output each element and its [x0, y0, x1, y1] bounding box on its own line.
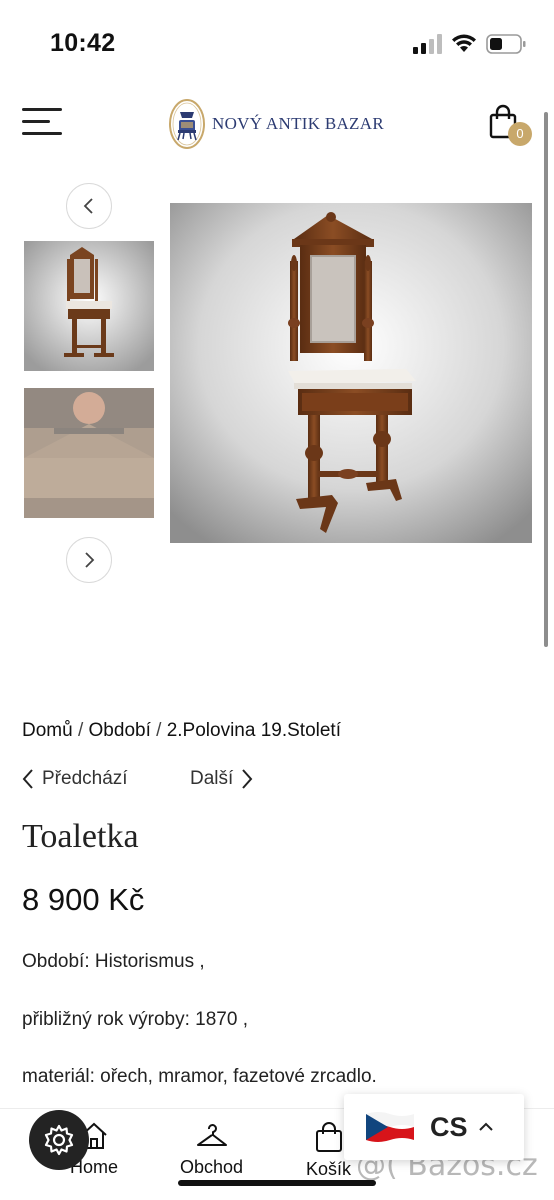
previous-product-link[interactable]: Předchází	[22, 768, 128, 790]
language-switcher[interactable]: CS	[344, 1094, 524, 1160]
previous-product-label: Předchází	[42, 768, 128, 789]
product-description-line: materiál: ořech, mramor, fazetové zrcadl…	[22, 1066, 377, 1087]
product-photo	[170, 203, 532, 543]
product-navigation: Předchází Další	[22, 768, 322, 798]
breadcrumb-separator: /	[77, 720, 84, 741]
product-description-line: Období: Historismus ,	[22, 951, 205, 972]
wifi-icon	[452, 34, 476, 52]
home-indicator[interactable]	[178, 1180, 376, 1186]
chevron-right-icon	[85, 552, 95, 568]
status-time: 10:42	[50, 29, 116, 57]
language-code: CS	[430, 1111, 468, 1142]
product-title: Toaletka	[22, 818, 139, 855]
next-product-label: Další	[190, 768, 234, 789]
product-description-line: přibližný rok výroby: 1870 ,	[22, 1009, 248, 1030]
czech-flag-icon	[366, 1112, 414, 1142]
tab-shop-label: Obchod	[180, 1157, 244, 1177]
breadcrumb: Domů / Období / 2.Polovina 19.Století	[22, 720, 341, 742]
site-logo[interactable]: NOVÝ ANTIK BAZAR	[168, 98, 384, 150]
menu-line	[22, 108, 62, 111]
thumbnail-image	[24, 241, 154, 371]
chevron-right-icon	[242, 769, 253, 789]
cart-count-badge: 0	[508, 122, 532, 146]
tab-cart-label: Košík	[306, 1159, 352, 1179]
next-product-link[interactable]: Další	[190, 768, 253, 790]
thumbnail-image	[24, 388, 154, 518]
product-main-image[interactable]	[170, 203, 532, 543]
site-header: NOVÝ ANTIK BAZAR 0	[0, 90, 554, 160]
breadcrumb-item-home[interactable]: Domů	[22, 720, 73, 741]
cellular-signal-icon	[413, 34, 442, 54]
breadcrumb-separator: /	[156, 720, 162, 741]
menu-button[interactable]	[22, 108, 62, 138]
bag-icon	[315, 1122, 342, 1152]
breadcrumb-item-period[interactable]: Období	[89, 720, 151, 741]
status-bar: 10:42	[0, 0, 554, 90]
hanger-icon	[196, 1124, 227, 1146]
gear-icon	[44, 1124, 74, 1156]
breadcrumb-item-century[interactable]: 2.Polovina 19.Století	[167, 720, 341, 741]
battery-icon	[486, 34, 526, 54]
gallery-thumbnail[interactable]	[24, 388, 154, 518]
header-cart-button[interactable]: 0	[488, 104, 534, 146]
tab-shop[interactable]: Obchod	[180, 1121, 243, 1178]
settings-button[interactable]	[29, 1110, 89, 1170]
chevron-left-icon	[83, 198, 93, 214]
menu-line	[22, 132, 62, 135]
gallery-thumbnail[interactable]	[24, 241, 154, 371]
gallery-prev-button[interactable]	[66, 183, 112, 229]
page-scrollbar[interactable]	[544, 112, 548, 647]
gallery-next-button[interactable]	[66, 537, 112, 583]
product-price: 8 900 Kč	[22, 882, 145, 917]
logo-emblem-icon	[169, 99, 205, 149]
logo-text: NOVÝ ANTIK BAZAR	[212, 114, 384, 133]
chevron-up-icon	[478, 1122, 493, 1131]
menu-line	[22, 120, 50, 123]
chevron-left-icon	[22, 769, 33, 789]
